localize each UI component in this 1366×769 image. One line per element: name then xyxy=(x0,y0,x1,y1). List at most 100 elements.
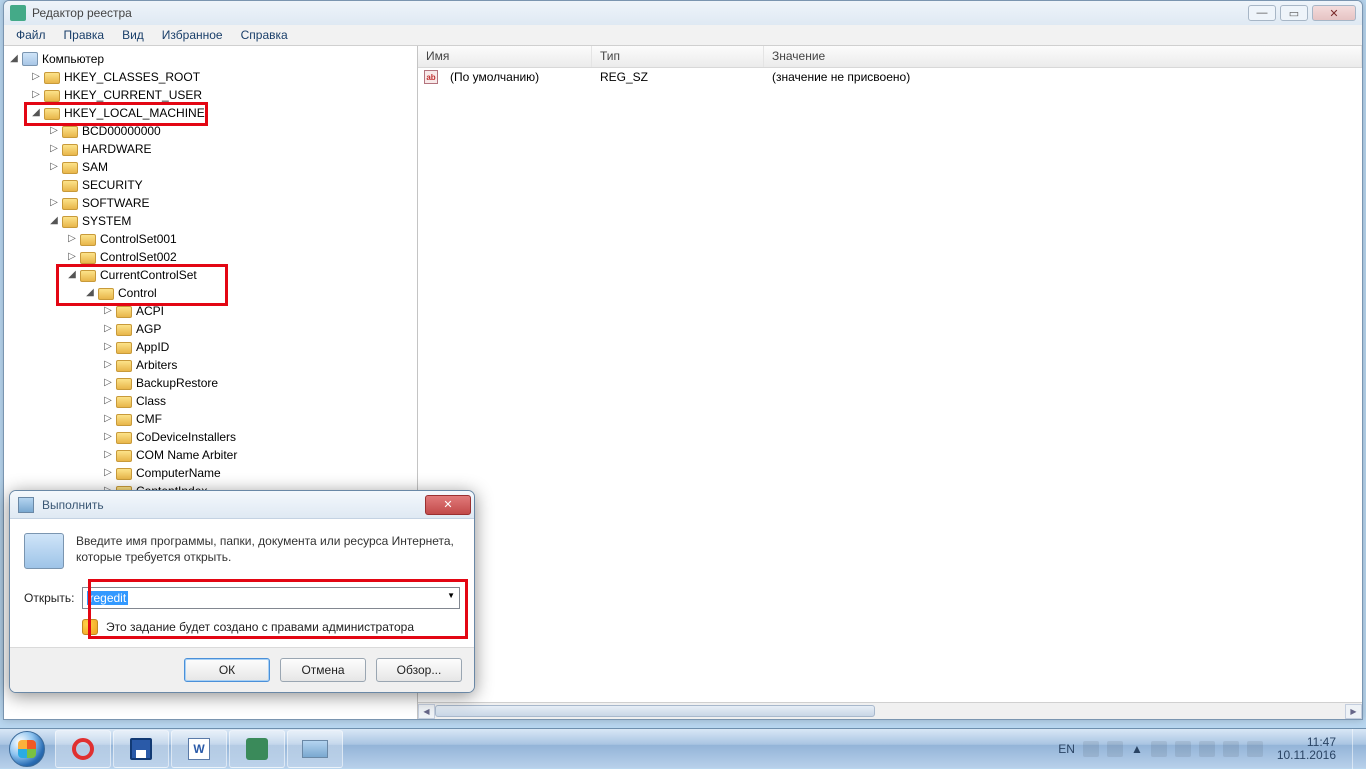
window-title: Редактор реестра xyxy=(32,6,1248,20)
h-scrollbar[interactable]: ◀ ▶ xyxy=(418,702,1362,719)
task-regedit[interactable] xyxy=(229,730,285,768)
dialog-titlebar[interactable]: Выполнить ✕ xyxy=(10,491,474,519)
tree-node[interactable]: ▷HARDWARE xyxy=(8,140,417,158)
show-desktop-button[interactable] xyxy=(1352,729,1366,769)
titlebar[interactable]: Редактор реестра — ▭ ✕ xyxy=(4,1,1362,25)
menu-favorites[interactable]: Избранное xyxy=(154,26,231,44)
folder-icon xyxy=(62,160,78,174)
folder-icon xyxy=(116,448,132,462)
tree-node[interactable]: ▷ComputerName xyxy=(8,464,417,482)
folder-icon xyxy=(44,70,60,84)
tree-node[interactable]: ▷Class xyxy=(8,392,417,410)
tree-node[interactable]: ▷ACPI xyxy=(8,302,417,320)
folder-icon xyxy=(116,430,132,444)
lang-indicator[interactable]: EN xyxy=(1058,742,1075,756)
start-button[interactable] xyxy=(0,729,54,769)
ok-button[interactable]: ОК xyxy=(184,658,270,682)
browse-button[interactable]: Обзор... xyxy=(376,658,462,682)
folder-icon xyxy=(44,88,60,102)
tree-node[interactable]: ◢CurrentControlSet xyxy=(8,266,417,284)
folder-icon xyxy=(62,142,78,156)
list-pane[interactable]: Имя Тип Значение ab (По умолчанию) REG_S… xyxy=(418,46,1362,719)
windows-orb-icon xyxy=(9,731,45,767)
opera-icon xyxy=(72,738,94,760)
scroll-right-icon[interactable]: ▶ xyxy=(1345,704,1362,719)
task-word[interactable]: W xyxy=(171,730,227,768)
dialog-close-button[interactable]: ✕ xyxy=(425,495,471,515)
run-description: Введите имя программы, папки, документа … xyxy=(76,533,460,569)
dialog-title: Выполнить xyxy=(42,498,425,512)
volume-icon[interactable] xyxy=(1247,741,1263,757)
tray-icon-1[interactable] xyxy=(1151,741,1167,757)
cell-type: REG_SZ xyxy=(592,70,764,84)
menu-edit[interactable]: Правка xyxy=(56,26,113,44)
tree-node[interactable]: ▷COM Name Arbiter xyxy=(8,446,417,464)
tray-up-icon[interactable]: ▲ xyxy=(1131,742,1143,756)
cell-name: (По умолчанию) xyxy=(442,70,592,84)
folder-icon xyxy=(44,106,60,120)
folder-icon xyxy=(80,232,96,246)
tree-node[interactable]: ▷AppID xyxy=(8,338,417,356)
run-dialog[interactable]: Выполнить ✕ Введите имя программы, папки… xyxy=(9,490,475,693)
minimize-button[interactable]: — xyxy=(1248,5,1276,21)
tree-node[interactable]: ▷SOFTWARE xyxy=(8,194,417,212)
col-value[interactable]: Значение xyxy=(764,46,1362,67)
computer-icon xyxy=(22,52,38,66)
tree-node[interactable]: ▷AGP xyxy=(8,320,417,338)
tree-node[interactable]: ▷HKEY_CLASSES_ROOT xyxy=(8,68,417,86)
tray-icon-3[interactable] xyxy=(1199,741,1215,757)
tree-node[interactable]: ▷BackupRestore xyxy=(8,374,417,392)
task-opera[interactable] xyxy=(55,730,111,768)
close-button[interactable]: ✕ xyxy=(1312,5,1356,21)
reg-string-icon: ab xyxy=(424,70,438,84)
folder-icon xyxy=(116,322,132,336)
tree-node[interactable]: SECURITY xyxy=(8,176,417,194)
open-input-value[interactable]: regedit xyxy=(87,591,128,605)
clock-date: 10.11.2016 xyxy=(1277,749,1336,762)
tree-root[interactable]: ◢Компьютер xyxy=(8,50,417,68)
clock[interactable]: 11:47 10.11.2016 xyxy=(1271,736,1342,762)
taskbar[interactable]: W EN ▲ 11:47 10.11.2016 xyxy=(0,728,1366,768)
maximize-button[interactable]: ▭ xyxy=(1280,5,1308,21)
open-combobox[interactable]: regedit ▼ xyxy=(82,587,460,609)
flag-icon[interactable] xyxy=(1107,741,1123,757)
tree-node[interactable]: ◢SYSTEM xyxy=(8,212,417,230)
word-icon: W xyxy=(188,738,210,760)
col-name[interactable]: Имя xyxy=(418,46,592,67)
app-icon xyxy=(10,5,26,21)
folder-icon xyxy=(62,124,78,138)
tree-node[interactable]: ▷SAM xyxy=(8,158,417,176)
menu-file[interactable]: Файл xyxy=(8,26,54,44)
scroll-left-icon[interactable]: ◀ xyxy=(418,704,435,719)
tree-node[interactable]: ▷ControlSet001 xyxy=(8,230,417,248)
folder-icon xyxy=(80,268,96,282)
cancel-button[interactable]: Отмена xyxy=(280,658,366,682)
open-label: Открыть: xyxy=(24,591,74,605)
tray-icon-2[interactable] xyxy=(1175,741,1191,757)
menu-view[interactable]: Вид xyxy=(114,26,152,44)
scroll-thumb[interactable] xyxy=(435,705,875,717)
network-icon[interactable] xyxy=(1223,741,1239,757)
tree-node[interactable]: ▷ControlSet002 xyxy=(8,248,417,266)
tree-node[interactable]: ◢HKEY_LOCAL_MACHINE xyxy=(8,104,417,122)
task-run[interactable] xyxy=(287,730,343,768)
tree-node[interactable]: ◢Control xyxy=(8,284,417,302)
floppy-icon xyxy=(130,738,152,760)
tree-node[interactable]: ▷BCD00000000 xyxy=(8,122,417,140)
list-row[interactable]: ab (По умолчанию) REG_SZ (значение не пр… xyxy=(418,68,1362,86)
system-tray[interactable]: EN ▲ 11:47 10.11.2016 xyxy=(1048,736,1352,762)
menubar: Файл Правка Вид Избранное Справка xyxy=(4,25,1362,46)
folder-icon xyxy=(62,196,78,210)
clock-time: 11:47 xyxy=(1277,736,1336,749)
menu-help[interactable]: Справка xyxy=(233,26,296,44)
task-save[interactable] xyxy=(113,730,169,768)
tree-node[interactable]: ▷Arbiters xyxy=(8,356,417,374)
help-icon[interactable] xyxy=(1083,741,1099,757)
tree-node[interactable]: ▷HKEY_CURRENT_USER xyxy=(8,86,417,104)
folder-icon xyxy=(116,304,132,318)
chevron-down-icon[interactable]: ▼ xyxy=(447,591,455,600)
col-type[interactable]: Тип xyxy=(592,46,764,67)
folder-icon xyxy=(116,376,132,390)
tree-node[interactable]: ▷CMF xyxy=(8,410,417,428)
tree-node[interactable]: ▷CoDeviceInstallers xyxy=(8,428,417,446)
